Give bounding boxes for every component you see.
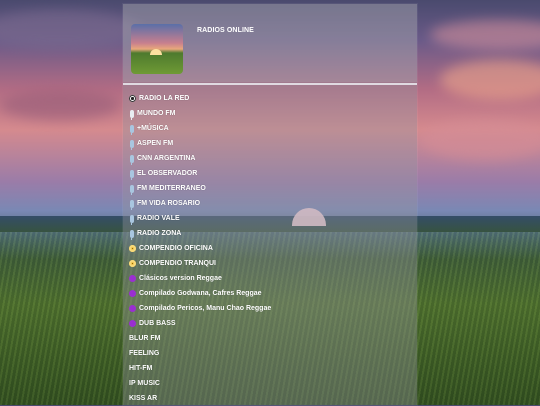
station-item[interactable]: KISS AR [129,391,271,406]
station-label: ASPEN FM [137,140,174,147]
station-item[interactable]: DUB BASS [129,316,271,331]
soccer-ball-icon [129,95,136,102]
station-label: IP MUSIC [129,380,160,387]
station-item[interactable]: COMPENDIO OFICINA [129,241,271,256]
station-item[interactable]: ASPEN FM [129,136,271,151]
station-list: RADIO LA RED MUNDO FM +MÚSICA ASPEN FM CNN A… [129,91,271,406]
station-item[interactable]: FEELING [129,346,271,361]
station-label: DUB BASS [139,320,176,327]
microphone-icon [130,139,134,150]
header-thumbnail-image [131,24,183,74]
microphone-icon [130,109,134,120]
purple-circle-icon [129,275,136,282]
station-label: +MÚSICA [137,125,169,132]
station-item[interactable]: Compilado Pericos, Manu Chao Reggae [129,301,271,316]
purple-circle-icon [129,320,136,327]
station-label: EL OBSERVADOR [137,170,198,177]
station-item[interactable]: FM MEDITERRANEO [129,181,271,196]
station-item[interactable]: IP MUSIC [129,376,271,391]
microphone-icon [130,184,134,195]
disc-icon [129,245,136,252]
purple-circle-icon [129,290,136,297]
station-label: FM MEDITERRANEO [137,185,206,192]
microphone-icon [130,124,134,135]
station-label: COMPENDIO OFICINA [139,245,213,252]
station-label: MUNDO FM [137,110,176,117]
station-item[interactable]: RADIO ZONA [129,226,271,241]
station-label: Compilado Godwana, Cafres Reggae [139,290,262,297]
station-label: Compilado Pericos, Manu Chao Reggae [139,305,272,312]
station-item[interactable]: FM VIDA ROSARIO [129,196,271,211]
station-item[interactable]: HIT-FM [129,361,271,376]
station-label: FEELING [129,350,160,357]
station-item[interactable]: Clásicos version Reggae [129,271,271,286]
microphone-icon [130,154,134,165]
station-item[interactable]: CNN ARGENTINA [129,151,271,166]
station-label: Clásicos version Reggae [139,275,222,282]
station-item[interactable]: EL OBSERVADOR [129,166,271,181]
page-title: RADIOS ONLINE [197,27,254,34]
station-label: COMPENDIO TRANQUI [139,260,216,267]
station-item[interactable]: BLUR FM [129,331,271,346]
header-divider [123,83,417,85]
station-item[interactable]: +MÚSICA [129,121,271,136]
station-item[interactable]: MUNDO FM [129,106,271,121]
panel-header: RADIOS ONLINE [123,4,417,82]
station-label: RADIO LA RED [139,95,190,102]
station-item[interactable]: COMPENDIO TRANQUI [129,256,271,271]
station-item[interactable]: RADIO VALE [129,211,271,226]
microphone-icon [130,169,134,180]
microphone-icon [130,199,134,210]
station-label: HIT-FM [129,365,153,372]
purple-circle-icon [129,305,136,312]
station-label: KISS AR [129,395,158,402]
microphone-icon [130,229,134,240]
station-label: BLUR FM [129,335,161,342]
radio-panel: RADIOS ONLINE RADIO LA RED MUNDO FM +MÚSIC… [123,4,417,405]
station-label: RADIO VALE [137,215,180,222]
station-label: CNN ARGENTINA [137,155,196,162]
station-item[interactable]: Compilado Godwana, Cafres Reggae [129,286,271,301]
station-item[interactable]: RADIO LA RED [129,91,271,106]
station-label: RADIO ZONA [137,230,182,237]
disc-icon [129,260,136,267]
microphone-icon [130,214,134,225]
station-label: FM VIDA ROSARIO [137,200,201,207]
